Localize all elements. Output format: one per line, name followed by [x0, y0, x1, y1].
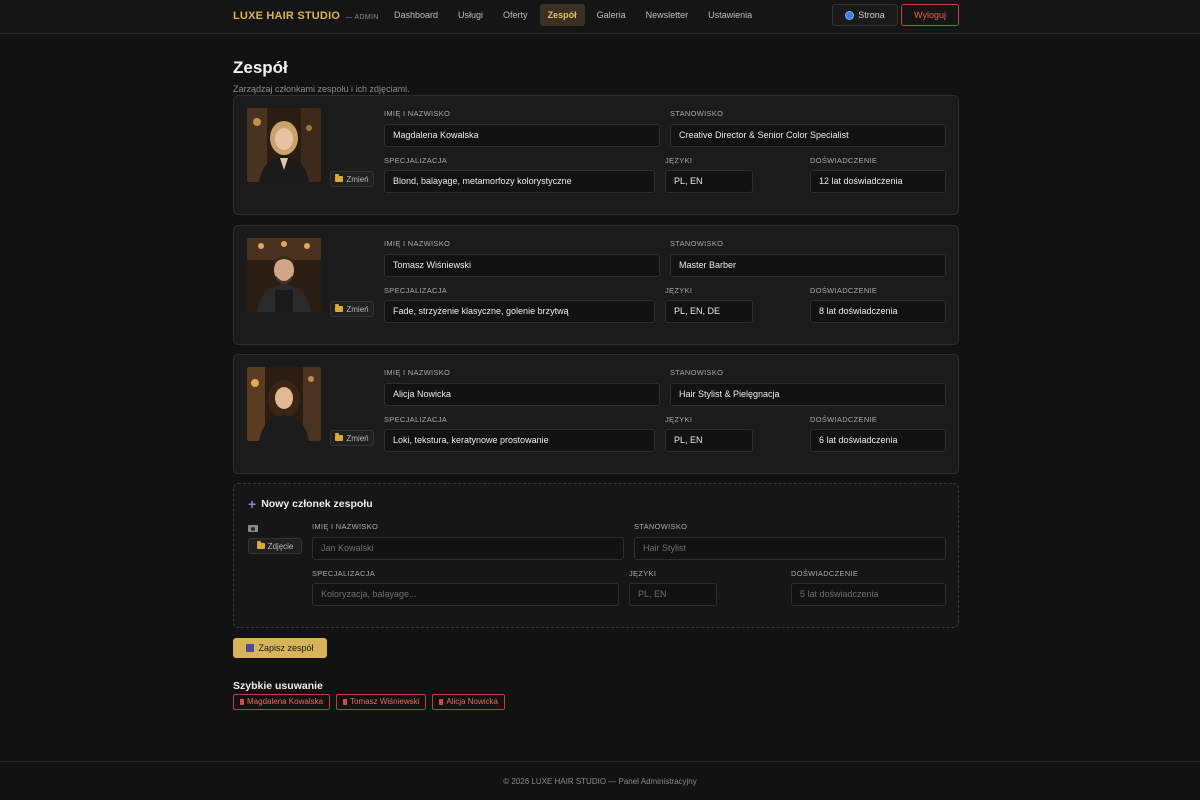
trash-icon — [343, 699, 348, 705]
name-input[interactable]: Tomasz Wiśniewski — [384, 254, 660, 277]
position-input[interactable]: Master Barber — [670, 254, 946, 277]
change-photo-button[interactable]: Zmień — [330, 301, 374, 317]
delete-member-chip[interactable]: Tomasz Wiśniewski — [336, 694, 427, 710]
name-label: IMIĘ I NAZWISKO — [384, 368, 451, 377]
new-specialization-input[interactable]: Koloryzacja, balayage... — [312, 583, 619, 606]
languages-label: JĘZYKI — [665, 415, 693, 424]
trash-icon — [240, 699, 244, 705]
experience-label: DOŚWIADCZENIE — [810, 156, 878, 165]
member-photo — [247, 367, 321, 441]
brand-logo[interactable]: LUXE HAIR STUDIO — ADMIN — [233, 10, 379, 22]
brand-subtitle: — ADMIN — [345, 14, 379, 21]
experience-label: DOŚWIADCZENIE — [791, 569, 859, 578]
specialization-input[interactable]: Loki, tekstura, keratynowe prostowanie — [384, 429, 655, 452]
quick-delete-title: Szybkie usuwanie — [233, 680, 323, 692]
plus-icon: + — [248, 496, 257, 512]
languages-label: JĘZYKI — [665, 156, 693, 165]
nav-settings[interactable]: Ustawienia — [700, 4, 760, 26]
page-title: Zespół — [233, 58, 288, 77]
trash-icon — [439, 699, 444, 705]
name-input[interactable]: Alicja Nowicka — [384, 383, 660, 406]
change-photo-button[interactable]: Zmień — [330, 430, 374, 446]
new-position-input[interactable]: Hair Stylist — [634, 537, 946, 560]
experience-input[interactable]: 6 lat doświadczenia — [810, 429, 946, 452]
languages-input[interactable]: PL, EN — [665, 429, 753, 452]
save-team-button[interactable]: Zapisz zespół — [233, 638, 327, 658]
add-photo-button[interactable]: Zdjęcie — [248, 538, 302, 554]
position-input[interactable]: Hair Stylist & Pielęgnacja — [670, 383, 946, 406]
view-site-button[interactable]: Strona — [832, 4, 898, 26]
nav-services[interactable]: Usługi — [450, 4, 491, 26]
position-label: STANOWISKO — [670, 109, 724, 118]
new-languages-input[interactable]: PL, EN — [629, 583, 717, 606]
new-name-input[interactable]: Jan Kowalski — [312, 537, 624, 560]
top-navbar: LUXE HAIR STUDIO — ADMIN Dashboard Usług… — [0, 0, 1200, 34]
nav-offers[interactable]: Oferty — [495, 4, 536, 26]
footer: © 2026 LUXE HAIR STUDIO — Panel Administ… — [0, 761, 1200, 800]
position-label: STANOWISKO — [670, 368, 724, 377]
change-photo-button[interactable]: Zmień — [330, 171, 374, 187]
specialization-input[interactable]: Blond, balayage, metamorfozy kolorystycz… — [384, 170, 655, 193]
nav-team[interactable]: Zespół — [539, 4, 585, 26]
team-member-card: Zmień IMIĘ I NAZWISKO Magdalena Kowalska… — [233, 95, 959, 215]
specialization-label: SPECJALIZACJA — [384, 156, 448, 165]
delete-member-label: Alicja Nowicka — [446, 697, 498, 706]
new-member-title: Nowy członek zespołu — [261, 498, 373, 510]
main-nav: Dashboard Usługi Oferty Zespół Galeria N… — [386, 4, 760, 26]
experience-label: DOŚWIADCZENIE — [810, 415, 878, 424]
change-photo-label: Zmień — [346, 433, 369, 443]
add-photo-label: Zdjęcie — [267, 541, 294, 551]
specialization-input[interactable]: Fade, strzyżenie klasyczne, golenie brzy… — [384, 300, 655, 323]
specialization-label: SPECJALIZACJA — [384, 415, 448, 424]
change-photo-label: Zmień — [346, 174, 369, 184]
view-site-label: Strona — [858, 10, 885, 20]
experience-input[interactable]: 8 lat doświadczenia — [810, 300, 946, 323]
specialization-label: SPECJALIZACJA — [384, 286, 448, 295]
languages-label: JĘZYKI — [665, 286, 693, 295]
name-label: IMIĘ I NAZWISKO — [384, 109, 451, 118]
delete-member-label: Magdalena Kowalska — [247, 697, 324, 706]
floppy-disk-icon — [246, 644, 255, 652]
member-photo — [247, 238, 321, 312]
position-input[interactable]: Creative Director & Senior Color Special… — [670, 124, 946, 147]
languages-input[interactable]: PL, EN, DE — [665, 300, 753, 323]
team-member-card: Zmień IMIĘ I NAZWISKO Alicja Nowicka STA… — [233, 354, 959, 474]
position-label: STANOWISKO — [634, 522, 688, 531]
logout-button[interactable]: Wyloguj — [901, 4, 959, 26]
position-label: STANOWISKO — [670, 239, 724, 248]
save-team-label: Zapisz zespół — [258, 643, 314, 653]
new-member-heading: + Nowy członek zespołu — [248, 496, 373, 512]
folder-icon — [335, 174, 344, 182]
quick-delete-list: Magdalena Kowalska Tomasz Wiśniewski Ali… — [233, 694, 505, 710]
specialization-label: SPECJALIZACJA — [312, 569, 376, 578]
languages-input[interactable]: PL, EN — [665, 170, 753, 193]
brand-name: LUXE HAIR STUDIO — [233, 10, 341, 22]
member-photo — [247, 108, 321, 182]
folder-icon — [335, 433, 344, 441]
name-label: IMIĘ I NAZWISKO — [384, 239, 451, 248]
nav-gallery[interactable]: Galeria — [589, 4, 634, 26]
camera-icon — [248, 525, 258, 532]
delete-member-chip[interactable]: Alicja Nowicka — [432, 694, 505, 710]
experience-label: DOŚWIADCZENIE — [810, 286, 878, 295]
delete-member-chip[interactable]: Magdalena Kowalska — [233, 694, 331, 710]
new-member-card: + Nowy członek zespołu Zdjęcie IMIĘ I NA… — [233, 483, 959, 628]
page-subtitle: Zarządzaj członkami zespołu i ich zdjęci… — [233, 84, 410, 94]
change-photo-label: Zmień — [346, 304, 369, 314]
team-member-card: Zmień IMIĘ I NAZWISKO Tomasz Wiśniewski … — [233, 225, 959, 345]
footer-text: © 2026 LUXE HAIR STUDIO — Panel Administ… — [503, 777, 697, 786]
folder-icon — [335, 304, 344, 312]
folder-icon — [256, 541, 265, 549]
name-input[interactable]: Magdalena Kowalska — [384, 124, 660, 147]
nav-dashboard[interactable]: Dashboard — [386, 4, 446, 26]
globe-icon — [845, 10, 855, 20]
languages-label: JĘZYKI — [629, 569, 657, 578]
name-label: IMIĘ I NAZWISKO — [312, 522, 379, 531]
experience-input[interactable]: 12 lat doświadczenia — [810, 170, 946, 193]
nav-newsletter[interactable]: Newsletter — [638, 4, 697, 26]
new-experience-input[interactable]: 5 lat doświadczenia — [791, 583, 946, 606]
delete-member-label: Tomasz Wiśniewski — [350, 697, 420, 706]
